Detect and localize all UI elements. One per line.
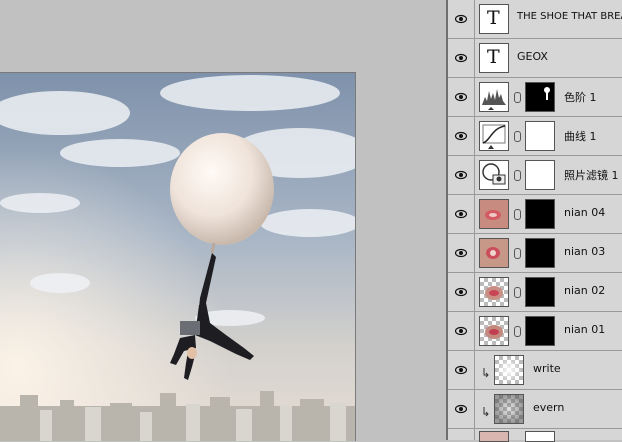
layer-name: THE SHOE THAT BREA <box>517 11 622 22</box>
clipping-arrow-icon <box>483 368 489 378</box>
eye-icon <box>455 287 467 297</box>
visibility-toggle[interactable] <box>448 351 475 389</box>
photo-balloon-man <box>0 73 355 441</box>
layer-mask-thumbnail[interactable] <box>525 121 555 151</box>
layer-row-curves[interactable]: 曲线 1 <box>448 117 622 156</box>
image-layer-thumbnail <box>479 199 509 229</box>
image-layer-thumbnail <box>479 316 509 346</box>
text-layer-thumbnail: T <box>479 43 509 73</box>
link-icon[interactable] <box>514 248 521 259</box>
layer-row-levels[interactable]: 色阶 1 <box>448 78 622 117</box>
layer-mask-thumbnail[interactable] <box>525 238 555 268</box>
layer-row-nian-02[interactable]: nian 02 <box>448 273 622 312</box>
link-icon[interactable] <box>514 326 521 337</box>
layer-row-partial[interactable] <box>448 429 622 442</box>
eye-icon <box>455 92 467 102</box>
visibility-toggle[interactable] <box>448 390 475 428</box>
eye-icon <box>455 365 467 375</box>
layer-mask-thumbnail[interactable] <box>525 316 555 346</box>
document-canvas[interactable] <box>0 72 356 441</box>
visibility-toggle[interactable] <box>448 429 475 440</box>
levels-adjustment-icon <box>479 82 509 112</box>
eye-icon <box>455 131 467 141</box>
layer-name: write <box>533 362 561 375</box>
text-layer-thumbnail: T <box>479 4 509 34</box>
layer-name: 曲线 1 <box>564 130 597 143</box>
layer-row-nian-03[interactable]: nian 03 <box>448 234 622 273</box>
link-icon[interactable] <box>514 92 521 103</box>
layer-name: nian 04 <box>564 206 606 219</box>
layer-row-shoe-text[interactable]: T THE SHOE THAT BREA <box>448 0 622 39</box>
visibility-toggle[interactable] <box>448 312 475 350</box>
layer-name: nian 01 <box>564 323 606 336</box>
image-layer-thumbnail <box>479 238 509 268</box>
eye-icon <box>455 404 467 414</box>
layer-name: evern <box>533 401 565 414</box>
visibility-toggle[interactable] <box>448 234 475 272</box>
text-layer-icon: T <box>487 7 500 29</box>
layer-name: GEOX <box>517 50 548 63</box>
layer-row-photo-filter[interactable]: 照片滤镜 1 <box>448 156 622 195</box>
layer-row-nian-01[interactable]: nian 01 <box>448 312 622 351</box>
visibility-toggle[interactable] <box>448 273 475 311</box>
layer-mask-thumbnail[interactable] <box>525 160 555 190</box>
eye-icon <box>455 14 467 24</box>
visibility-toggle[interactable] <box>448 117 475 155</box>
curves-adjustment-icon <box>479 121 509 151</box>
eye-icon <box>455 248 467 258</box>
clipping-arrow-icon <box>483 407 489 417</box>
image-layer-thumbnail <box>494 355 524 385</box>
image-layer-thumbnail <box>479 431 509 442</box>
link-icon[interactable] <box>514 170 521 181</box>
text-layer-icon: T <box>487 46 500 68</box>
visibility-toggle[interactable] <box>448 195 475 233</box>
layer-name: 色阶 1 <box>564 91 597 104</box>
layer-mask-thumbnail[interactable] <box>525 277 555 307</box>
layer-name: 照片滤镜 1 <box>564 169 619 182</box>
layer-row-evern[interactable]: evern <box>448 390 622 429</box>
eye-icon <box>455 170 467 180</box>
layer-mask-thumbnail[interactable] <box>525 431 555 442</box>
layer-row-write[interactable]: write <box>448 351 622 390</box>
photo-filter-adjustment-icon <box>479 160 509 190</box>
image-layer-thumbnail <box>479 277 509 307</box>
visibility-toggle[interactable] <box>448 156 475 194</box>
link-icon[interactable] <box>514 131 521 142</box>
layers-panel: T THE SHOE THAT BREA T GEOX 色阶 1 曲线 1 照片… <box>448 0 622 442</box>
visibility-toggle[interactable] <box>448 39 475 77</box>
visibility-toggle[interactable] <box>448 78 475 116</box>
eye-icon <box>455 53 467 63</box>
eye-icon <box>455 209 467 219</box>
layer-row-geox[interactable]: T GEOX <box>448 39 622 78</box>
layer-name: nian 02 <box>564 284 606 297</box>
image-layer-thumbnail <box>494 394 524 424</box>
layer-name: nian 03 <box>564 245 606 258</box>
visibility-toggle[interactable] <box>448 0 475 38</box>
eye-icon <box>455 326 467 336</box>
layer-mask-thumbnail[interactable] <box>525 199 555 229</box>
link-icon[interactable] <box>514 209 521 220</box>
canvas-area <box>0 0 446 441</box>
layer-row-nian-04[interactable]: nian 04 <box>448 195 622 234</box>
link-icon[interactable] <box>514 287 521 298</box>
layer-mask-thumbnail[interactable] <box>525 82 555 112</box>
